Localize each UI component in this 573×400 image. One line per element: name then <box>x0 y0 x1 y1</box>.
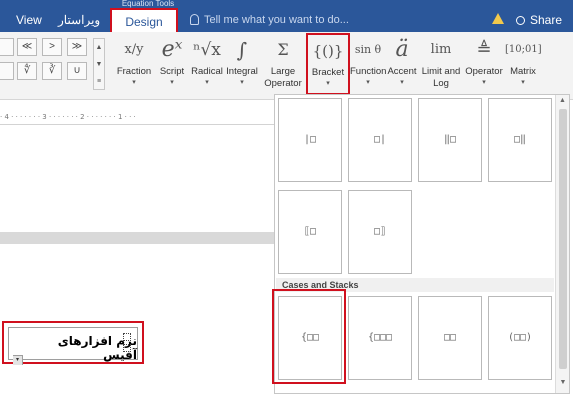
context-tab-label: Equation Tools <box>121 0 175 8</box>
bracket-tile[interactable]: ⟦□ <box>278 190 342 274</box>
radical-icon: ⁿ√x <box>193 40 221 60</box>
fraction-label: Fraction <box>116 66 152 77</box>
equation-highlight: نرم افزارهای آفیس ▾ <box>2 321 144 365</box>
cases-tile-icon: (□□) <box>507 332 533 343</box>
ruler-divider <box>0 124 278 125</box>
equation-placeholders[interactable] <box>119 332 133 356</box>
accent-icon: ä <box>395 37 409 62</box>
chevron-down-icon: ▾ <box>400 79 404 86</box>
sum-icon: Σ <box>277 40 289 59</box>
bracket-button[interactable]: {()} Bracket ▾ <box>306 33 350 95</box>
script-button[interactable]: eˣ Script ▾ <box>155 34 189 98</box>
radical-button[interactable]: ⁿ√x Radical ▾ <box>190 34 224 98</box>
symbols-scroll[interactable]: ▲ ▼ ≡ <box>93 38 105 90</box>
symbol-greater[interactable]: > <box>42 38 62 56</box>
limit-log-label-2: Log <box>433 78 449 89</box>
function-icon: sin θ <box>354 43 382 56</box>
function-button[interactable]: sin θ Function ▾ <box>350 34 386 98</box>
symbol-cube-root[interactable]: ∛ <box>42 62 62 80</box>
scroll-thumb[interactable] <box>559 109 567 369</box>
large-operator-label: Large <box>270 66 296 77</box>
accent-button[interactable]: ä Accent ▾ <box>386 34 418 98</box>
integral-icon: ∫ <box>236 38 248 62</box>
bracket-tile-icon: |□ <box>303 134 317 145</box>
tab-farsi-editor[interactable]: ویراستار <box>58 8 100 32</box>
cases-tile[interactable]: □□ <box>418 296 482 380</box>
horizontal-ruler[interactable]: · 4 · · · · · · · 3 · · · · · · · 2 · · … <box>0 112 278 122</box>
function-label: Function <box>350 66 387 77</box>
symbol-union[interactable]: ∪ <box>67 62 87 80</box>
cases-tile[interactable]: {□□□ <box>348 296 412 380</box>
chevron-down-icon: ▾ <box>366 79 370 86</box>
script-icon: eˣ <box>161 37 183 62</box>
operator-icon: ≜ <box>476 39 492 60</box>
warning-icon[interactable] <box>492 13 504 24</box>
bracket-tile-icon: □⟧ <box>373 226 387 237</box>
bracket-tile[interactable]: □⟧ <box>348 190 412 274</box>
chevron-down-icon: ▾ <box>326 80 330 87</box>
large-operator-label-2: Operator <box>264 78 302 89</box>
cases-tile[interactable]: (□□) <box>488 296 552 380</box>
radical-label: Radical <box>191 66 223 77</box>
accent-label: Accent <box>387 66 417 77</box>
large-operator-button[interactable]: Σ Large Operator <box>262 34 304 98</box>
matrix-icon: [10;01] <box>505 44 542 55</box>
symbol-left-partial[interactable] <box>0 38 14 56</box>
symbol-fourth-root[interactable]: ∜ <box>17 62 37 80</box>
script-label: Script <box>159 66 185 77</box>
word-window: Equation Tools View ویراستار Design Tell… <box>0 0 573 400</box>
chevron-down-icon: ▾ <box>170 79 174 86</box>
bracket-label: Bracket <box>311 67 345 78</box>
fraction-icon: x/y <box>124 42 144 57</box>
equation-container[interactable]: نرم افزارهای آفیس ▾ <box>8 327 138 365</box>
cases-tile-highlight <box>272 289 346 384</box>
tell-me-search[interactable]: Tell me what you want to do... <box>190 8 349 32</box>
person-icon <box>516 16 525 25</box>
tab-design[interactable]: Design <box>110 8 178 33</box>
bracket-tile[interactable]: □‖ <box>488 98 552 182</box>
symbol-left-partial-2[interactable] <box>0 62 14 80</box>
chevron-down-icon: ▾ <box>132 79 136 86</box>
tell-me-placeholder: Tell me what you want to do... <box>204 14 349 26</box>
scroll-up-icon[interactable]: ▲ <box>556 95 569 107</box>
matrix-label: Matrix <box>510 66 536 77</box>
bracket-tile-icon: □| <box>373 134 387 145</box>
gallery-scrollbar[interactable]: ▲ ▼ <box>555 95 569 393</box>
title-bar: Equation Tools View ویراستار Design Tell… <box>0 0 573 33</box>
chevron-down-icon: ▾ <box>482 79 486 86</box>
bracket-tile-icon: ‖□ <box>443 134 457 145</box>
operator-button[interactable]: ≜ Operator ▾ <box>463 34 505 98</box>
tab-view[interactable]: View <box>16 8 42 32</box>
chevron-down-icon: ▾ <box>240 79 244 86</box>
chevron-down-icon: ▾ <box>521 79 525 86</box>
equation-options-chevron-icon[interactable]: ▾ <box>13 355 23 365</box>
fraction-button[interactable]: x/y Fraction ▾ <box>114 34 154 98</box>
matrix-button[interactable]: [10;01] Matrix ▾ <box>505 34 542 98</box>
symbol-much-less[interactable]: ≪ <box>17 38 37 56</box>
page-break-band <box>0 232 278 244</box>
bracket-icon: {()} <box>312 42 344 60</box>
bracket-tile-icon: ⟦□ <box>303 226 317 237</box>
symbol-much-greater[interactable]: ≫ <box>67 38 87 56</box>
cases-tile-icon: {□□□ <box>367 332 393 343</box>
cases-tile-icon: □□ <box>443 332 457 343</box>
share-label: Share <box>530 13 563 27</box>
lightbulb-icon <box>190 14 199 25</box>
bracket-tile-icon: □‖ <box>513 134 527 145</box>
bracket-tile[interactable]: ‖□ <box>418 98 482 182</box>
chevron-down-icon: ▾ <box>205 79 209 86</box>
limit-log-label: Limit and <box>421 66 461 77</box>
bracket-tile[interactable]: |□ <box>278 98 342 182</box>
operator-label: Operator <box>465 66 503 77</box>
share-button[interactable]: Share <box>512 8 562 32</box>
integral-label: Integral <box>226 66 258 77</box>
bracket-tile[interactable]: □| <box>348 98 412 182</box>
integral-button[interactable]: ∫ Integral ▾ <box>224 34 260 98</box>
scroll-down-icon[interactable]: ▼ <box>556 377 570 389</box>
limit-log-button[interactable]: lim Limit and Log <box>419 34 463 98</box>
limit-icon: lim <box>430 42 452 57</box>
